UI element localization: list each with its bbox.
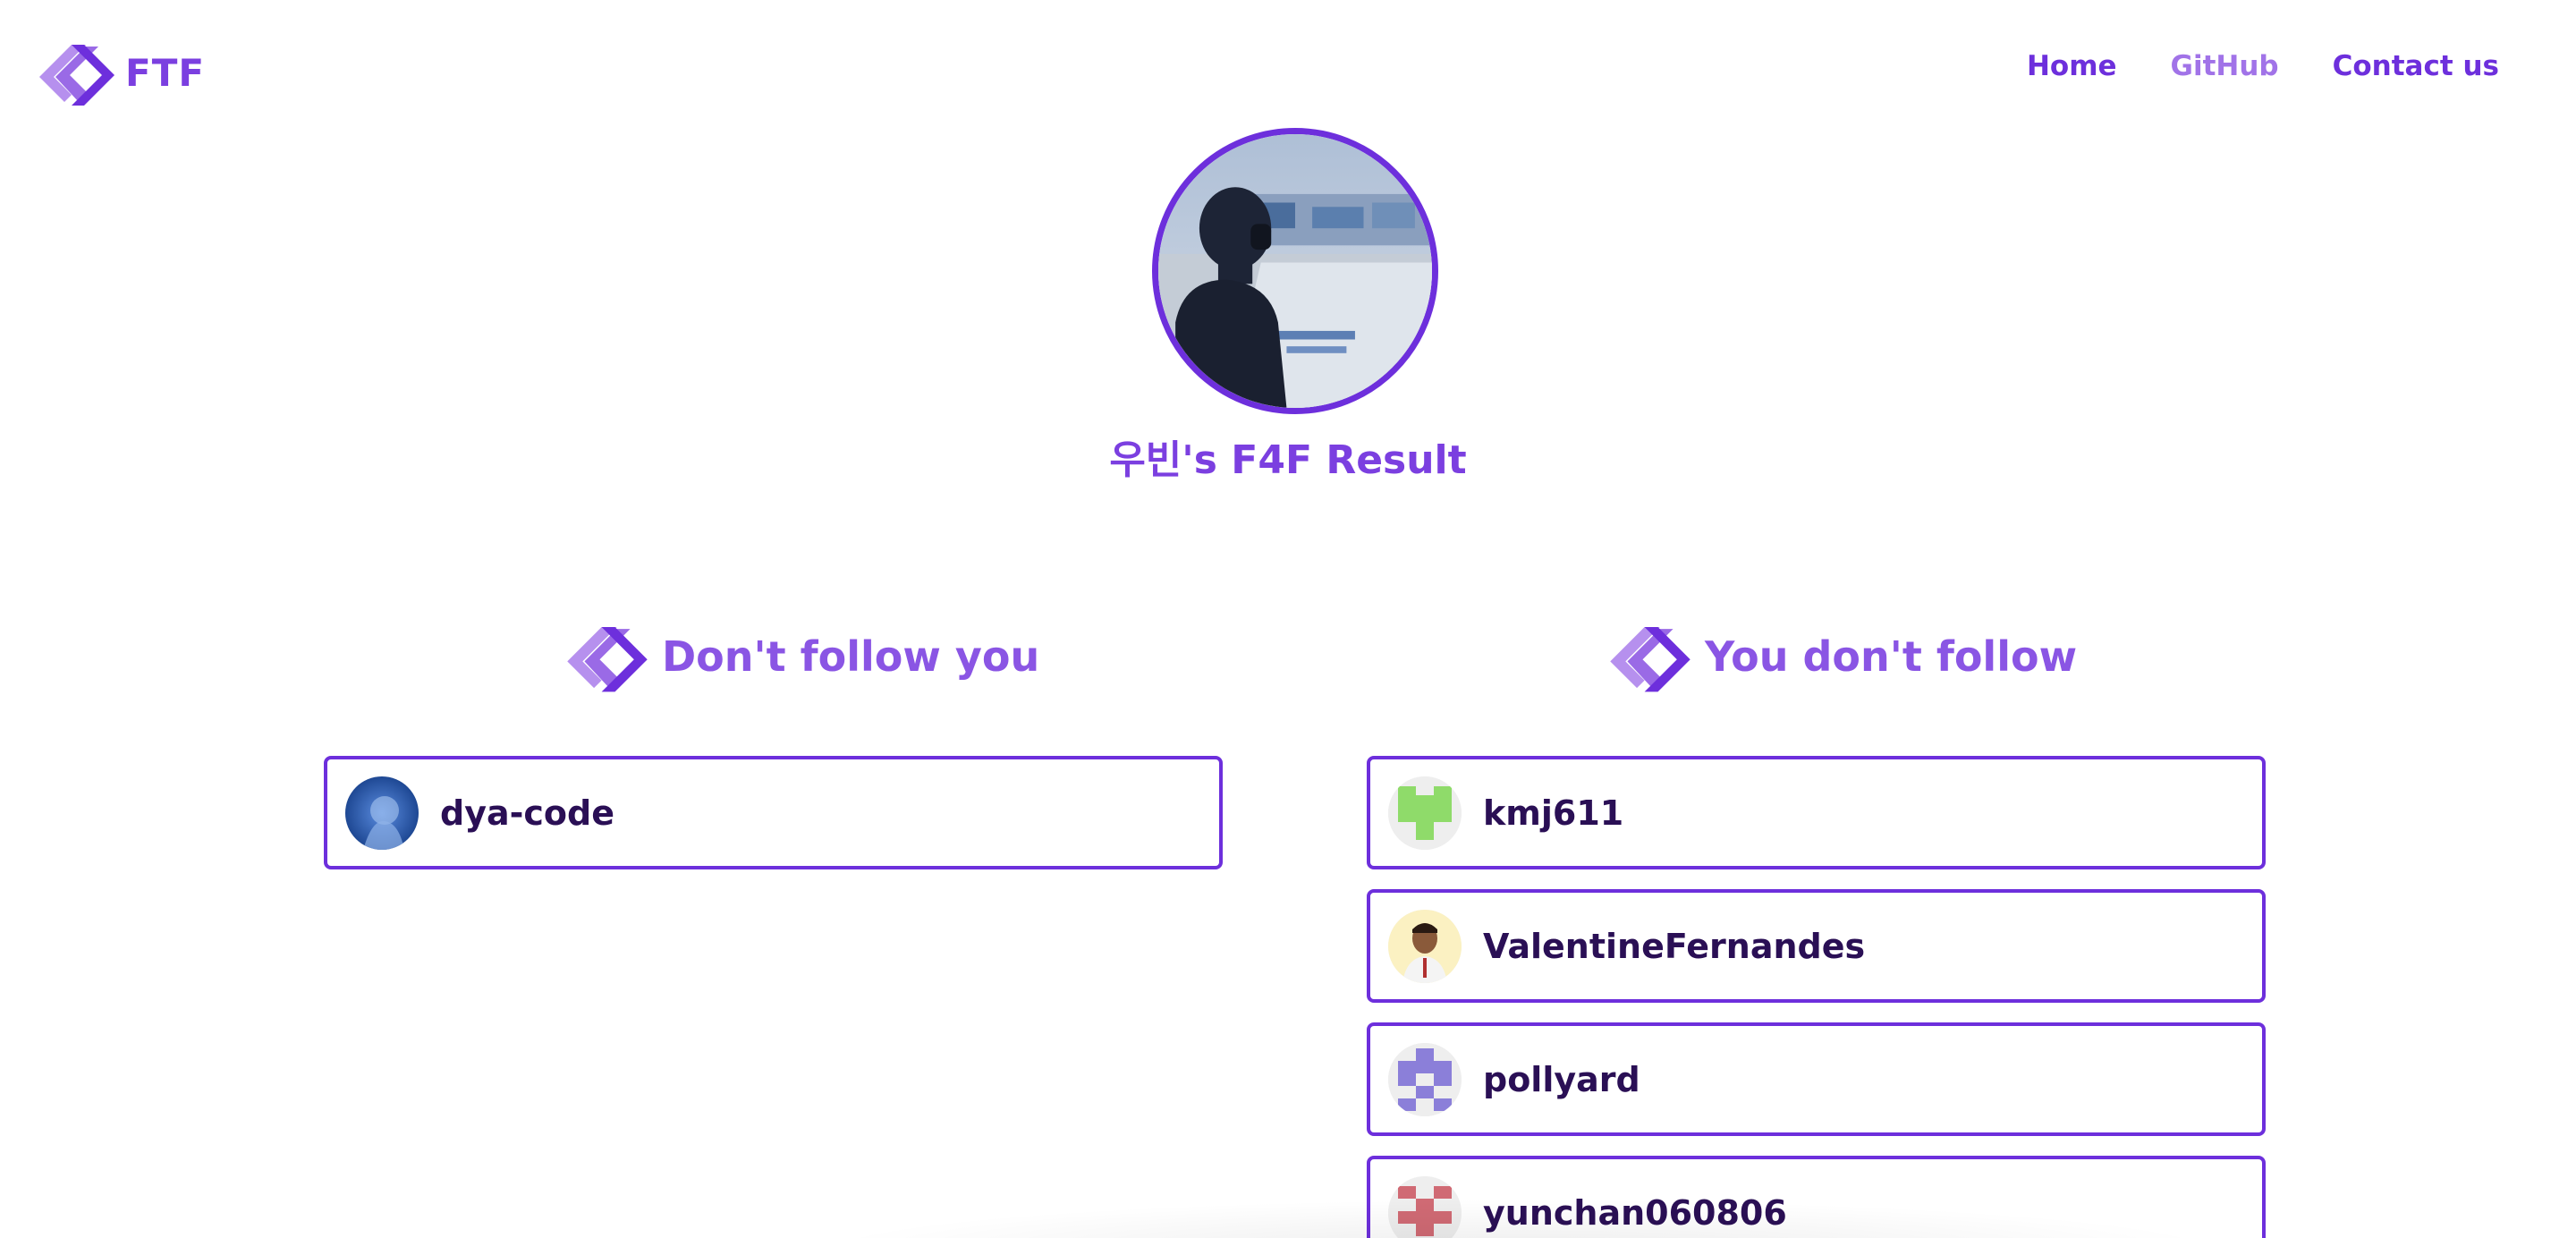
diamond-logo-icon: [567, 626, 648, 692]
user-avatar: [1388, 1042, 1462, 1116]
diamond-logo-icon: [1610, 626, 1690, 692]
user-avatar: [345, 776, 419, 850]
user-name: yunchan060806: [1483, 1192, 1787, 1233]
user-card[interactable]: kmj611: [1367, 756, 2266, 869]
brand-logo[interactable]: FTF: [36, 38, 205, 107]
blue-anime-avatar-image: [345, 776, 419, 850]
user-card[interactable]: yunchan060806: [1367, 1156, 2266, 1238]
you-dont-follow-list: kmj611 ValentineFernandes pollyard yunch…: [1367, 756, 2266, 1238]
purple-identicon-image: [1388, 1042, 1462, 1116]
user-card[interactable]: ValentineFernandes: [1367, 889, 2266, 1003]
profile-photo-image: [1158, 134, 1432, 408]
profile-avatar: [1152, 128, 1438, 414]
diamond-logo-icon: [39, 45, 114, 106]
dont-follow-you-list: dya-code: [324, 756, 1223, 889]
result-title: 우빈's F4F Result: [1109, 437, 1467, 483]
nav-home-link[interactable]: Home: [2027, 50, 2117, 82]
dont-follow-you-heading: Don't follow you: [564, 619, 1039, 694]
user-avatar: [1388, 909, 1462, 983]
page: FTF Home GitHub Contact us 우빈's F4F Resu…: [0, 0, 2576, 1238]
brand-name: FTF: [125, 50, 206, 95]
green-identicon-image: [1388, 776, 1462, 850]
user-avatar: [1388, 776, 1462, 850]
user-card[interactable]: dya-code: [324, 756, 1223, 869]
user-name: ValentineFernandes: [1483, 926, 1866, 966]
user-card[interactable]: pollyard: [1367, 1022, 2266, 1136]
red-identicon-image: [1388, 1175, 1462, 1238]
top-nav: Home GitHub Contact us: [1973, 50, 2499, 82]
nav-contact-link[interactable]: Contact us: [2333, 50, 2499, 82]
section-title: You don't follow: [1705, 632, 2078, 681]
section-title: Don't follow you: [662, 632, 1040, 681]
user-name: kmj611: [1483, 793, 1624, 833]
user-avatar: [1388, 1175, 1462, 1238]
nav-github-link[interactable]: GitHub: [2171, 50, 2279, 82]
user-name: dya-code: [440, 793, 614, 833]
person-photo-image: [1388, 909, 1462, 983]
you-dont-follow-heading: You don't follow: [1606, 619, 2077, 694]
user-name: pollyard: [1483, 1059, 1640, 1099]
